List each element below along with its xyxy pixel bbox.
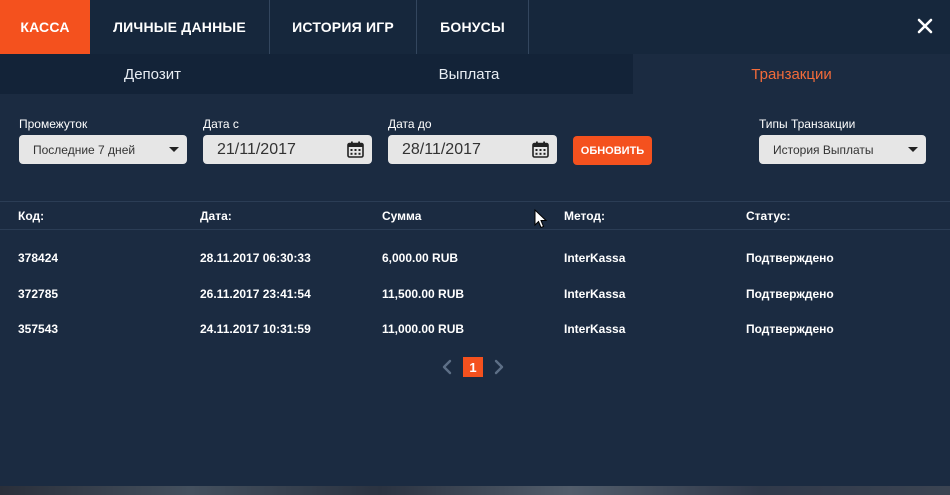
cell-date: 24.11.2017 10:31:59 bbox=[200, 322, 311, 336]
cell-amount: 6,000.00 RUB bbox=[382, 251, 459, 265]
close-icon bbox=[917, 18, 933, 34]
background-strip bbox=[0, 486, 950, 495]
table-header-divider bbox=[0, 201, 950, 202]
tab-kassa[interactable]: КАССА bbox=[0, 0, 90, 54]
top-tab-bar: КАССА ЛИЧНЫЕ ДАННЫЕ ИСТОРИЯ ИГР БОНУСЫ bbox=[0, 0, 950, 54]
date-to-input[interactable]: 28/11/2017 bbox=[388, 135, 557, 164]
subtab-deposit[interactable]: Депозит bbox=[0, 54, 305, 94]
transaction-type-value: История Выплаты bbox=[773, 142, 874, 157]
cell-date: 26.11.2017 23:41:54 bbox=[200, 287, 311, 301]
period-select[interactable]: Последние 7 дней bbox=[19, 135, 187, 164]
date-from-value: 21/11/2017 bbox=[217, 140, 296, 158]
close-button[interactable] bbox=[914, 15, 936, 37]
cell-amount: 11,000.00 RUB bbox=[382, 322, 465, 336]
chevron-right-icon[interactable] bbox=[492, 359, 506, 375]
mouse-cursor-icon bbox=[534, 209, 548, 229]
sub-tab-bar: Депозит Выплата Транзакции bbox=[0, 54, 950, 94]
tab-game-history[interactable]: ИСТОРИЯ ИГР bbox=[270, 0, 417, 54]
cell-status: Подтверждено bbox=[746, 322, 834, 336]
subtab-withdrawal[interactable]: Выплата bbox=[305, 54, 633, 94]
chevron-down-icon bbox=[169, 147, 179, 152]
tab-personal-data[interactable]: ЛИЧНЫЕ ДАННЫЕ bbox=[90, 0, 270, 54]
period-label: Промежуток bbox=[19, 117, 88, 131]
refresh-button[interactable]: ОБНОВИТЬ bbox=[573, 136, 652, 165]
tab-bonuses[interactable]: БОНУСЫ bbox=[417, 0, 529, 54]
calendar-icon[interactable] bbox=[347, 141, 364, 158]
cell-code: 357543 bbox=[18, 322, 59, 336]
column-header-status: Статус: bbox=[746, 209, 791, 223]
date-to-label: Дата до bbox=[388, 117, 432, 131]
date-to-value: 28/11/2017 bbox=[402, 140, 481, 158]
cell-code: 372785 bbox=[18, 287, 59, 301]
column-header-code: Код: bbox=[18, 209, 45, 223]
column-header-method: Метод: bbox=[564, 209, 606, 223]
date-from-label: Дата с bbox=[203, 117, 239, 131]
chevron-down-icon bbox=[908, 147, 918, 152]
cell-code: 378424 bbox=[18, 251, 59, 265]
cell-amount: 11,500.00 RUB bbox=[382, 287, 465, 301]
column-header-date: Дата: bbox=[200, 209, 232, 223]
page-number-current[interactable]: 1 bbox=[463, 357, 483, 377]
transaction-type-label: Типы Транзакции bbox=[759, 117, 856, 131]
chevron-left-icon[interactable] bbox=[440, 359, 454, 375]
cell-method: InterKassa bbox=[564, 287, 626, 301]
cell-date: 28.11.2017 06:30:33 bbox=[200, 251, 311, 265]
period-select-value: Последние 7 дней bbox=[33, 142, 136, 157]
calendar-icon[interactable] bbox=[532, 141, 549, 158]
subtab-transactions[interactable]: Транзакции bbox=[633, 54, 950, 94]
table-header-divider bbox=[0, 229, 950, 230]
column-header-amount: Сумма bbox=[382, 209, 422, 223]
transaction-type-select[interactable]: История Выплаты bbox=[759, 135, 926, 164]
cell-status: Подтверждено bbox=[746, 251, 834, 265]
cell-status: Подтверждено bbox=[746, 287, 834, 301]
cell-method: InterKassa bbox=[564, 322, 626, 336]
date-from-input[interactable]: 21/11/2017 bbox=[203, 135, 372, 164]
cell-method: InterKassa bbox=[564, 251, 626, 265]
